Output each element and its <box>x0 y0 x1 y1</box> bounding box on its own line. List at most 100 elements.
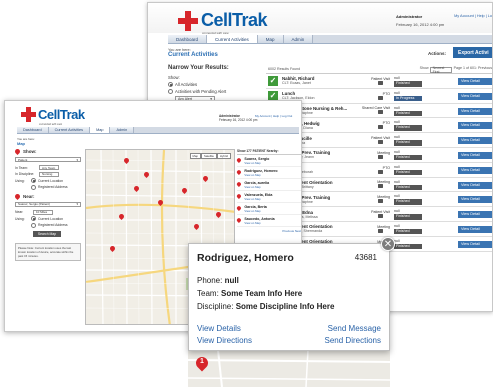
row-main: Lunch CLT: Jackson, Eldon <box>282 91 354 100</box>
street-map <box>188 350 390 387</box>
activity-type: PTO <box>354 92 392 100</box>
results-toolbar: 6002 Results Found Show Newest First Pag… <box>266 65 492 74</box>
close-icon[interactable]: ✕ <box>381 237 395 251</box>
nearby-pager[interactable]: Previous Next <box>237 229 301 233</box>
search-map-button[interactable]: Search Map <box>33 230 61 237</box>
view-detail-button[interactable]: View Detail <box>458 151 492 159</box>
discipline-field: Discipline: Some Discipline Info Here <box>197 302 335 311</box>
view-detail-button[interactable]: View Detail <box>458 92 492 100</box>
view-on-map-link[interactable]: View on Map <box>244 161 269 165</box>
view-on-map-link[interactable]: View on Map <box>244 221 274 225</box>
activity-type: PTO <box>354 166 392 174</box>
tab-map[interactable]: Map <box>90 127 111 133</box>
status-badge: Finished <box>394 110 422 117</box>
phone-field: Phone: null <box>197 276 239 285</box>
view-directions-link[interactable]: View Directions <box>197 336 252 345</box>
map-type-map[interactable]: Map <box>189 153 201 159</box>
tab-map[interactable]: Map <box>257 35 284 43</box>
celltrak-logo[interactable]: CellTrak connected with care <box>21 107 85 126</box>
nearby-item[interactable]: Garcia, aurelia View on Map <box>236 179 301 191</box>
export-activities-button[interactable]: Export Activi <box>453 47 492 58</box>
pager[interactable]: Page 1 of 601: Previous <box>454 66 492 70</box>
location-note: Please Note: Current location uses the l… <box>15 242 81 261</box>
map-type-hybrid[interactable]: Hybrid <box>216 153 231 159</box>
radio-registered-address[interactable] <box>31 222 36 228</box>
status-badge: Finished <box>394 169 422 176</box>
info-map-preview[interactable]: 1 <box>188 350 390 387</box>
status-badge: Finished <box>394 243 422 250</box>
nearby-item[interactable]: Garcia, Berta View on Map <box>236 203 301 215</box>
radio-registered-address[interactable] <box>31 184 36 190</box>
view-detail-button[interactable]: View Detail <box>458 196 492 204</box>
activity-status: null <box>394 135 400 140</box>
view-on-map-link[interactable]: View on Map <box>244 197 272 201</box>
view-detail-button[interactable]: View Detail <box>458 181 492 189</box>
view-on-map-link[interactable]: View on Map <box>244 173 277 177</box>
lock-icon <box>378 140 383 145</box>
check-icon: ✓ <box>268 75 278 86</box>
view-detail-button[interactable]: View Detail <box>458 107 492 115</box>
near-select[interactable]: Suarez, Sergio (Patient) ▾ <box>15 201 81 207</box>
main-nav: Dashboard Current Activities Map Admin <box>17 127 299 134</box>
view-detail-button[interactable]: View Detail <box>458 211 492 219</box>
tab-admin[interactable]: Admin <box>283 35 314 43</box>
user-info: Administrator February 16, 2012 4:00 pm <box>396 14 445 27</box>
map-pin-icon <box>236 181 243 188</box>
activity-status: null <box>394 105 400 110</box>
nearby-item[interactable]: Valenzuela, Elda View on Map <box>236 191 301 203</box>
map-pin-icon <box>13 192 22 200</box>
view-detail-button[interactable]: View Detail <box>458 78 492 85</box>
view-detail-button[interactable]: View Detail <box>458 137 492 145</box>
view-details-link[interactable]: View Details <box>197 324 241 333</box>
tab-admin[interactable]: Admin <box>110 127 135 133</box>
activity-status: null <box>394 209 400 214</box>
radio-current-location[interactable] <box>31 216 36 221</box>
status-badge: In Progress <box>394 95 422 102</box>
activity-clinician: CLT: Ecaas, Janet <box>282 81 311 86</box>
tab-current-activities[interactable]: Current Activities <box>48 127 91 133</box>
status-badge: Finished <box>394 140 422 146</box>
nearby-item[interactable]: Suarez, Sergio View on Map <box>236 155 301 167</box>
radio-pending-alert[interactable]: Activities with Pending Alert <box>168 89 258 94</box>
selected-marker-icon[interactable]: 1 <box>193 354 211 373</box>
map-pin-icon <box>236 193 243 200</box>
discipline-select[interactable]: Nursing <box>39 171 59 177</box>
tab-current-activities[interactable]: Current Activities <box>207 35 258 43</box>
radio-all-activities[interactable]: All Activities <box>168 82 258 87</box>
view-detail-button[interactable]: View Detail <box>458 240 492 248</box>
red-cross-icon <box>21 107 36 122</box>
view-on-map-link[interactable]: View on Map <box>244 209 266 213</box>
show-select[interactable]: Patient ▾ <box>15 157 81 162</box>
view-on-map-link[interactable]: View on Map <box>244 185 269 189</box>
celltrak-logo[interactable]: CellTrak connected with care <box>178 10 268 35</box>
activity-status: null <box>394 223 400 228</box>
tab-dashboard[interactable]: Dashboard <box>168 35 208 43</box>
radio-icon <box>168 82 173 87</box>
table-row[interactable]: ✓ Nabhit, Richard CLT: Ecaas, Janet Patient… <box>266 74 492 89</box>
radio-current-location[interactable] <box>31 178 36 183</box>
activity-status: null <box>394 149 400 154</box>
sort-select[interactable]: Newest First <box>429 66 452 74</box>
send-message-link[interactable]: Send Message <box>328 324 381 333</box>
account-links[interactable]: My Account | Help | Log Out <box>255 114 292 118</box>
view-detail-button[interactable]: View Detail <box>458 122 492 130</box>
view-detail-button[interactable]: View Detail <box>458 166 492 174</box>
team-select[interactable]: Any Team <box>39 165 59 170</box>
nearby-item[interactable]: Saucedo, Antonia View on Map <box>236 215 301 227</box>
lock-icon <box>378 199 383 204</box>
account-links[interactable]: My Account | Help | Lo <box>454 14 492 18</box>
activity-type: Patient Visit <box>354 77 392 85</box>
map-type-satellite[interactable]: Satellite <box>200 153 217 159</box>
send-directions-link[interactable]: Send Directions <box>325 336 381 345</box>
chevron-down-icon: ▾ <box>76 157 78 162</box>
status-badge: Finished <box>394 199 422 205</box>
status-badge: Finished <box>394 214 422 220</box>
distance-select[interactable]: 10 Miles <box>33 209 53 215</box>
patient-id: 43681 <box>354 253 377 262</box>
view-detail-button[interactable]: View Detail <box>458 225 492 233</box>
activity-status: null <box>394 90 400 95</box>
nearby-item[interactable]: Rodriguez, Homero View on Map <box>236 167 301 179</box>
lock-icon <box>378 80 383 85</box>
status-badge: Finished <box>394 81 422 87</box>
tab-dashboard[interactable]: Dashboard <box>17 127 49 133</box>
